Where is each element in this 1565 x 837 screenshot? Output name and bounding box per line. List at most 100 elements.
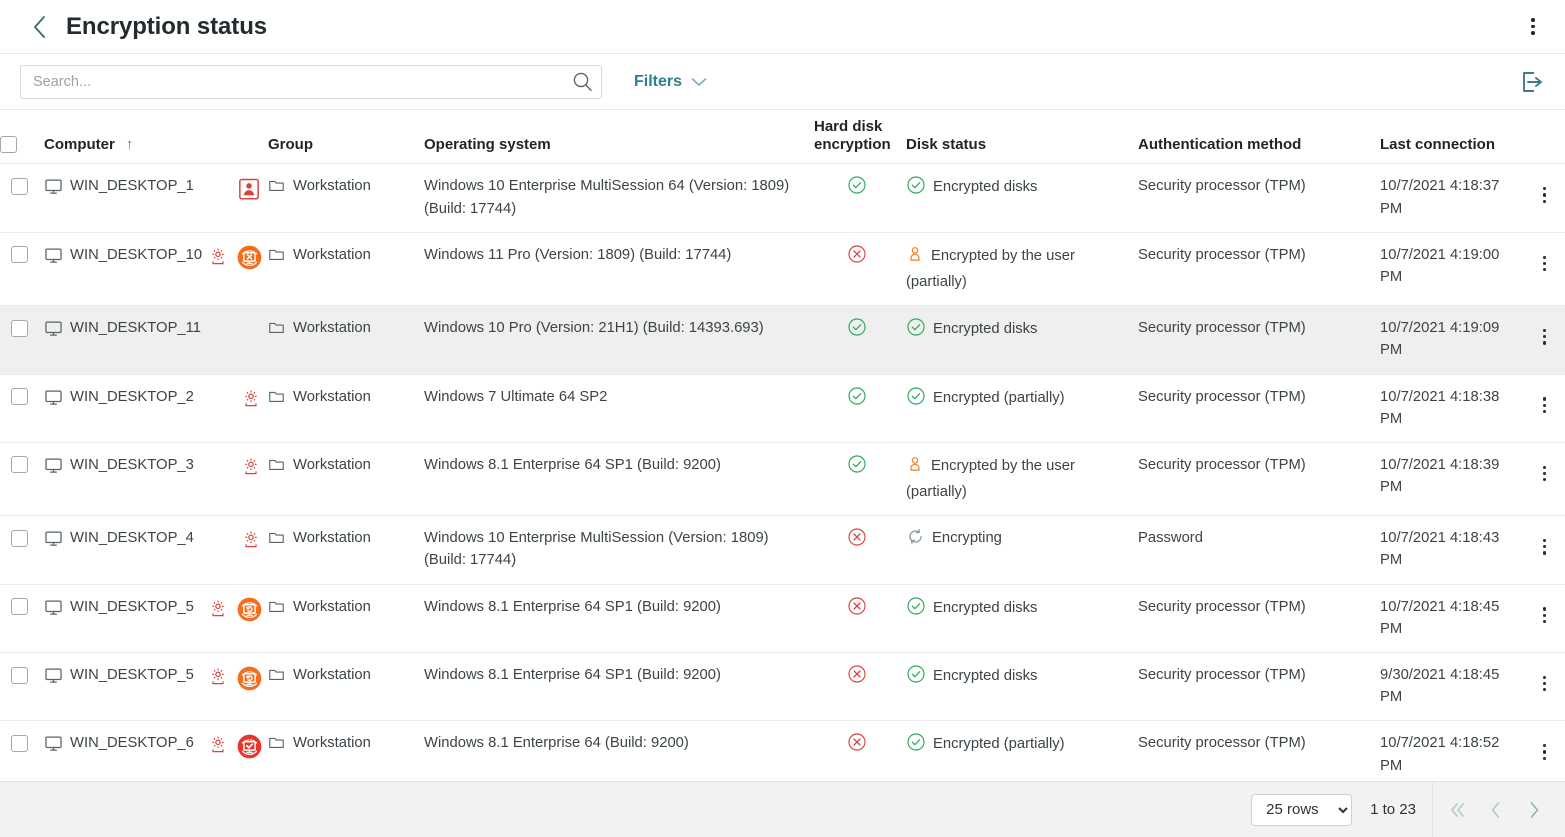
row-checkbox[interactable]: [11, 178, 28, 195]
disk-status-cell: Encrypted (partially): [906, 374, 1138, 442]
computer-name[interactable]: WIN_DESKTOP_5: [70, 664, 207, 686]
column-header-hard-disk-encryption[interactable]: Hard disk encryption: [814, 110, 906, 164]
disk-status-label: Encrypted disks: [933, 600, 1037, 616]
computer-name[interactable]: WIN_DESKTOP_4: [70, 527, 240, 549]
row-overflow-menu-button[interactable]: [1537, 254, 1552, 274]
computer-name[interactable]: WIN_DESKTOP_6: [70, 732, 207, 754]
row-overflow-menu-button[interactable]: [1537, 742, 1552, 762]
table-row[interactable]: WIN_DESKTOP_11WorkstationWindows 10 Pro …: [0, 306, 1565, 374]
table-row[interactable]: WIN_DESKTOP_10WorkstationWindows 11 Pro …: [0, 232, 1565, 305]
column-header-authentication-method[interactable]: Authentication method: [1138, 110, 1380, 164]
first-page-button[interactable]: [1439, 791, 1477, 829]
row-overflow-menu-button[interactable]: [1537, 537, 1552, 557]
computer-name[interactable]: WIN_DESKTOP_10: [70, 244, 207, 266]
disk-status-label: Encrypted disks: [933, 321, 1037, 337]
computer-cell: WIN_DESKTOP_5: [44, 584, 268, 652]
row-checkbox[interactable]: [11, 388, 28, 405]
row-overflow-menu-button[interactable]: [1537, 395, 1552, 415]
user-restricted-badge: [238, 178, 260, 200]
row-checkbox[interactable]: [11, 598, 28, 615]
table-row[interactable]: WIN_DESKTOP_5WorkstationWindows 8.1 Ente…: [0, 653, 1565, 721]
monitor-check-red-badge-wrapper[interactable]: [236, 733, 262, 759]
monitor-icon-wrapper: [44, 734, 63, 760]
computer-name[interactable]: WIN_DESKTOP_11: [70, 317, 262, 339]
group-name: Workstation: [293, 175, 371, 197]
monitor-icon-wrapper: [44, 529, 63, 555]
row-checkbox[interactable]: [11, 735, 28, 752]
kebab-menu-icon: [1543, 200, 1546, 203]
computer-cell: WIN_DESKTOP_10: [44, 232, 268, 305]
table-row[interactable]: WIN_DESKTOP_6WorkstationWindows 8.1 Ente…: [0, 721, 1565, 781]
check-circle-icon: [847, 454, 867, 474]
row-checkbox[interactable]: [11, 246, 28, 263]
next-page-button[interactable]: [1515, 791, 1553, 829]
chevron-right-icon: [1523, 799, 1545, 821]
computer-cell: WIN_DESKTOP_4: [44, 516, 268, 584]
computer-name[interactable]: WIN_DESKTOP_2: [70, 386, 240, 408]
monitor-icon: [44, 666, 63, 685]
row-checkbox[interactable]: [11, 667, 28, 684]
column-header-disk-status[interactable]: Disk status: [906, 110, 1138, 164]
search-input[interactable]: [20, 65, 602, 99]
encryption-status-page: Encryption status Filters: [0, 0, 1565, 837]
column-header-operating-system[interactable]: Operating system: [424, 110, 814, 164]
filters-button[interactable]: Filters: [634, 73, 707, 91]
row-overflow-menu-button[interactable]: [1537, 464, 1552, 484]
column-header-computer[interactable]: Computer ↑: [44, 110, 268, 164]
computer-name[interactable]: WIN_DESKTOP_5: [70, 596, 207, 618]
back-button[interactable]: [26, 14, 52, 40]
table-row[interactable]: WIN_DESKTOP_2WorkstationWindows 7 Ultima…: [0, 374, 1565, 442]
table-row[interactable]: WIN_DESKTOP_4WorkstationWindows 10 Enter…: [0, 516, 1565, 584]
settings-warning-badge-wrapper[interactable]: [240, 455, 262, 477]
table-row[interactable]: WIN_DESKTOP_5WorkstationWindows 8.1 Ente…: [0, 584, 1565, 652]
monitor-icon-wrapper: [44, 246, 63, 272]
previous-page-button[interactable]: [1477, 791, 1515, 829]
folder-icon-wrapper: [268, 388, 285, 412]
user-restricted-badge-wrapper[interactable]: [236, 176, 262, 202]
settings-warning-badge-wrapper[interactable]: [207, 665, 229, 687]
settings-warning-badge-wrapper[interactable]: [240, 387, 262, 409]
kebab-menu-icon: [1531, 31, 1535, 35]
group-cell: Workstation: [268, 442, 424, 515]
row-checkbox[interactable]: [11, 530, 28, 547]
row-overflow-menu-button[interactable]: [1537, 185, 1552, 205]
row-overflow-menu-button[interactable]: [1537, 327, 1552, 347]
select-all-checkbox[interactable]: [0, 136, 17, 153]
monitor-x-orange-badge-wrapper[interactable]: [236, 245, 262, 271]
row-checkbox[interactable]: [11, 320, 28, 337]
settings-warning-badge-wrapper[interactable]: [207, 245, 229, 267]
monitor-icon: [44, 456, 63, 475]
disk-status-cell: Encrypting: [906, 516, 1138, 584]
folder-icon: [268, 598, 285, 615]
row-overflow-menu-button[interactable]: [1537, 674, 1552, 694]
monitor-sync-orange-badge-wrapper[interactable]: [236, 597, 262, 623]
settings-warning-badge-wrapper[interactable]: [207, 733, 229, 755]
table-row[interactable]: WIN_DESKTOP_3WorkstationWindows 8.1 Ente…: [0, 442, 1565, 515]
column-header-group[interactable]: Group: [268, 110, 424, 164]
computer-name[interactable]: WIN_DESKTOP_3: [70, 454, 240, 476]
row-actions-cell: [1530, 374, 1565, 442]
kebab-menu-icon: [1543, 744, 1546, 747]
row-checkbox[interactable]: [11, 456, 28, 473]
kebab-menu-icon: [1543, 607, 1546, 610]
pagination-range-label: 1 to 23: [1370, 801, 1416, 818]
search-button[interactable]: [571, 71, 593, 93]
row-overflow-menu-button[interactable]: [1537, 605, 1552, 625]
operating-system-cell: Windows 8.1 Enterprise 64 SP1 (Build: 92…: [424, 584, 814, 652]
group-name: Workstation: [293, 454, 371, 476]
settings-warning-badge-wrapper[interactable]: [240, 528, 262, 550]
settings-warning-badge-wrapper[interactable]: [207, 597, 229, 619]
table-scroll-area[interactable]: Computer ↑ Group Operating system Hard d…: [0, 110, 1565, 781]
table-row[interactable]: WIN_DESKTOP_1WorkstationWindows 10 Enter…: [0, 164, 1565, 232]
computer-name[interactable]: WIN_DESKTOP_1: [70, 175, 236, 197]
settings-warning-icon: [208, 734, 228, 754]
header-overflow-menu-button[interactable]: [1519, 11, 1547, 43]
export-button[interactable]: [1515, 66, 1547, 98]
check-circle-icon: [906, 732, 926, 752]
disk-status-icon-wrapper: [906, 454, 924, 481]
table-head: Computer ↑ Group Operating system Hard d…: [0, 110, 1565, 164]
rows-per-page-select[interactable]: 25 rows50 rows100 rows: [1251, 794, 1352, 826]
monitor-sync-orange-badge-wrapper[interactable]: [236, 665, 262, 691]
row-select-cell: [0, 516, 44, 584]
column-header-last-connection[interactable]: Last connection: [1380, 110, 1530, 164]
